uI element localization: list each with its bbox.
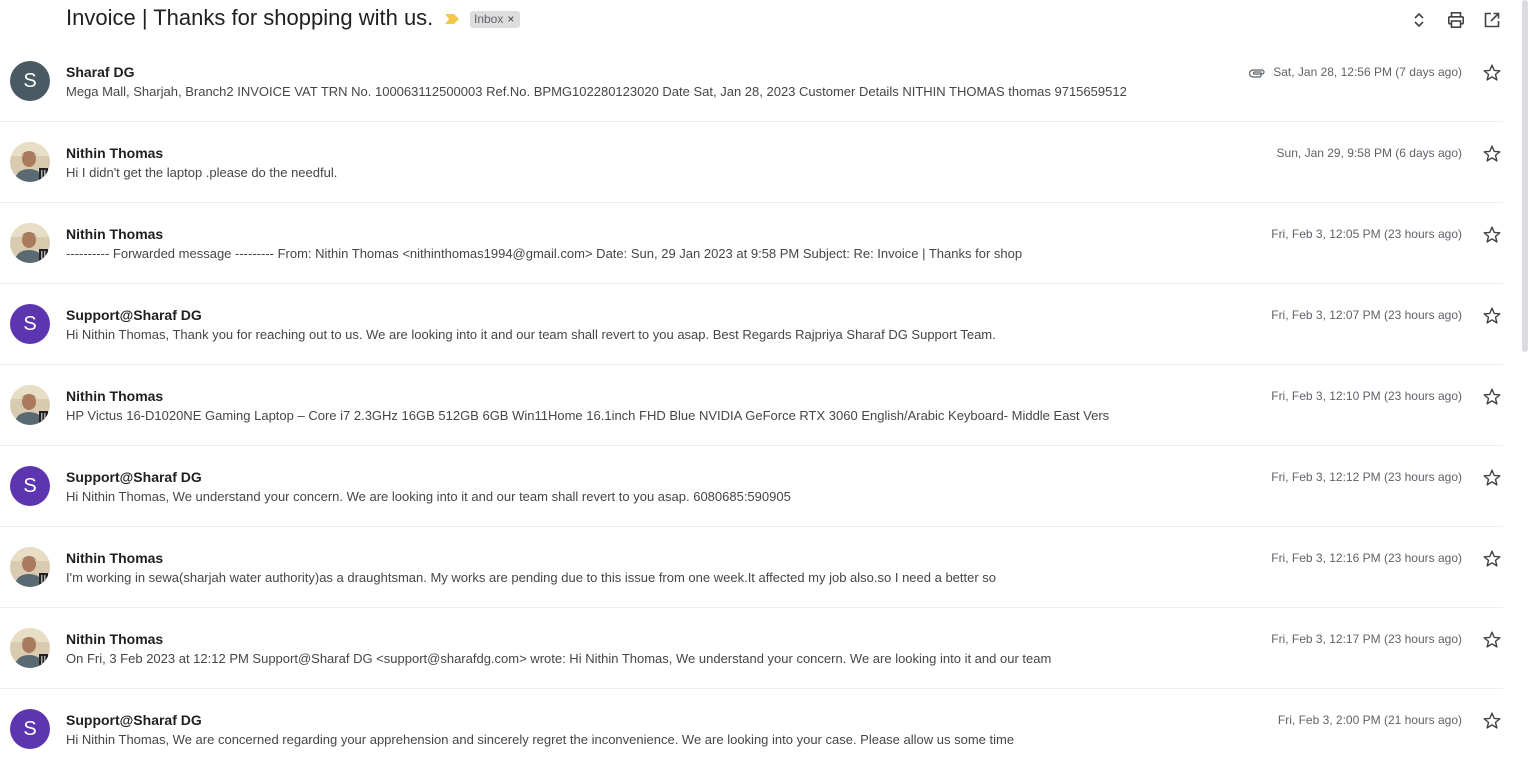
sender-name[interactable]: Support@Sharaf DG <box>66 307 202 323</box>
message-row[interactable]: Nithin Thomas Hi I didn't get the laptop … <box>0 122 1503 203</box>
message-row[interactable]: S Support@Sharaf DG Hi Nithin Thomas, We u… <box>0 446 1503 527</box>
avatar-letter: S <box>10 61 50 101</box>
message-snippet: Mega Mall, Sharjah, Branch2 INVOICE VAT … <box>66 84 1127 99</box>
attachment-icon <box>1249 69 1265 78</box>
message-date: Fri, Feb 3, 12:07 PM (23 hours ago) <box>1271 308 1462 322</box>
message-date-wrapper: Sat, Jan 28, 12:56 PM (7 days ago) <box>1249 65 1462 79</box>
message-date: Fri, Feb 3, 12:17 PM (23 hours ago) <box>1271 632 1462 646</box>
sender-name[interactable]: Sharaf DG <box>66 64 134 80</box>
message-row[interactable]: Nithin Thomas I'm working in sewa(sharjah… <box>0 527 1503 608</box>
print-icon[interactable] <box>1446 10 1466 30</box>
star-icon[interactable] <box>1482 225 1502 245</box>
sender-name[interactable]: Support@Sharaf DG <box>66 712 202 728</box>
thread-header: Invoice | Thanks for shopping with us. I… <box>0 0 1528 42</box>
message-date-wrapper: Fri, Feb 3, 12:05 PM (23 hours ago) <box>1271 227 1462 241</box>
message-snippet: Hi Nithin Thomas, We understand your con… <box>66 489 791 504</box>
message-date: Fri, Feb 3, 12:05 PM (23 hours ago) <box>1271 227 1462 241</box>
message-date: Fri, Feb 3, 2:00 PM (21 hours ago) <box>1277 713 1462 727</box>
message-snippet: I'm working in sewa(sharjah water author… <box>66 570 997 585</box>
message-date-wrapper: Fri, Feb 3, 12:10 PM (23 hours ago) <box>1271 389 1462 403</box>
message-row[interactable]: S Support@Sharaf DG Hi Nithin Thomas, Than… <box>0 284 1503 365</box>
thread-subject: Invoice | Thanks for shopping with us. <box>66 5 434 30</box>
message-snippet: Hi Nithin Thomas, We are concerned regar… <box>66 732 1015 747</box>
message-date-wrapper: Fri, Feb 3, 12:17 PM (23 hours ago) <box>1271 632 1462 646</box>
avatar-photo <box>10 547 50 587</box>
expand-collapse-icon[interactable] <box>1409 10 1429 30</box>
star-icon[interactable] <box>1482 468 1502 488</box>
sender-name[interactable]: Support@Sharaf DG <box>66 469 202 485</box>
label-chip-inbox: Inbox × <box>470 11 521 28</box>
message-date: Sun, Jan 29, 9:58 PM (6 days ago) <box>1276 146 1462 160</box>
avatar-photo <box>10 223 50 263</box>
message-date-wrapper: Fri, Feb 3, 12:12 PM (23 hours ago) <box>1271 470 1462 484</box>
avatar-photo <box>10 142 50 182</box>
important-marker-icon[interactable] <box>445 14 459 24</box>
star-icon[interactable] <box>1482 630 1502 650</box>
sender-name[interactable]: Nithin Thomas <box>66 388 163 404</box>
sender-name[interactable]: Nithin Thomas <box>66 631 163 647</box>
message-date-wrapper: Fri, Feb 3, 12:16 PM (23 hours ago) <box>1271 551 1462 565</box>
message-snippet: Hi I didn't get the laptop .please do th… <box>66 165 338 180</box>
message-row[interactable]: S Support@Sharaf DG Hi Nithin Thomas, We a… <box>0 689 1503 767</box>
star-icon[interactable] <box>1482 387 1502 407</box>
open-in-new-window-icon[interactable] <box>1482 10 1502 30</box>
message-snippet: Hi Nithin Thomas, Thank you for reaching… <box>66 327 996 342</box>
message-date-wrapper: Fri, Feb 3, 12:07 PM (23 hours ago) <box>1271 308 1462 322</box>
message-snippet: On Fri, 3 Feb 2023 at 12:12 PM Support@S… <box>66 651 1052 666</box>
message-date-wrapper: Sun, Jan 29, 9:58 PM (6 days ago) <box>1277 146 1462 160</box>
avatar-letter: S <box>10 466 50 506</box>
message-snippet: ---------- Forwarded message --------- F… <box>66 246 1023 261</box>
remove-label-button[interactable]: × <box>507 12 514 26</box>
message-date: Fri, Feb 3, 12:12 PM (23 hours ago) <box>1271 470 1462 484</box>
sender-name[interactable]: Nithin Thomas <box>66 226 163 242</box>
message-row[interactable]: Nithin Thomas ---------- Forwarded messag… <box>0 203 1503 284</box>
message-date: Sat, Jan 28, 12:56 PM (7 days ago) <box>1273 65 1462 79</box>
message-date: Fri, Feb 3, 12:10 PM (23 hours ago) <box>1271 389 1462 403</box>
star-icon[interactable] <box>1482 711 1502 731</box>
sender-name[interactable]: Nithin Thomas <box>66 550 163 566</box>
star-icon[interactable] <box>1482 549 1502 569</box>
message-date-wrapper: Fri, Feb 3, 2:00 PM (21 hours ago) <box>1278 713 1462 727</box>
avatar-letter: S <box>10 304 50 344</box>
message-row[interactable]: Nithin Thomas On Fri, 3 Feb 2023 at 12:12… <box>0 608 1503 689</box>
star-icon[interactable] <box>1482 63 1502 83</box>
label-chip-text: Inbox <box>474 12 504 26</box>
message-date: Fri, Feb 3, 12:16 PM (23 hours ago) <box>1271 551 1462 565</box>
message-snippet: HP Victus 16-D1020NE Gaming Laptop – Cor… <box>66 408 1110 423</box>
sender-name[interactable]: Nithin Thomas <box>66 145 163 161</box>
star-icon[interactable] <box>1482 144 1502 164</box>
avatar-photo <box>10 385 50 425</box>
message-row[interactable]: Nithin Thomas HP Victus 16-D1020NE Gaming… <box>0 365 1503 446</box>
star-icon[interactable] <box>1482 306 1502 326</box>
avatar-letter: S <box>10 709 50 749</box>
avatar-photo <box>10 628 50 668</box>
scrollbar-thumb[interactable] <box>1522 0 1528 352</box>
message-list: S Sharaf DG Mega Mall, Sharjah, Branch2 IN… <box>0 41 1503 767</box>
message-row[interactable]: S Sharaf DG Mega Mall, Sharjah, Branch2 IN… <box>0 41 1503 122</box>
